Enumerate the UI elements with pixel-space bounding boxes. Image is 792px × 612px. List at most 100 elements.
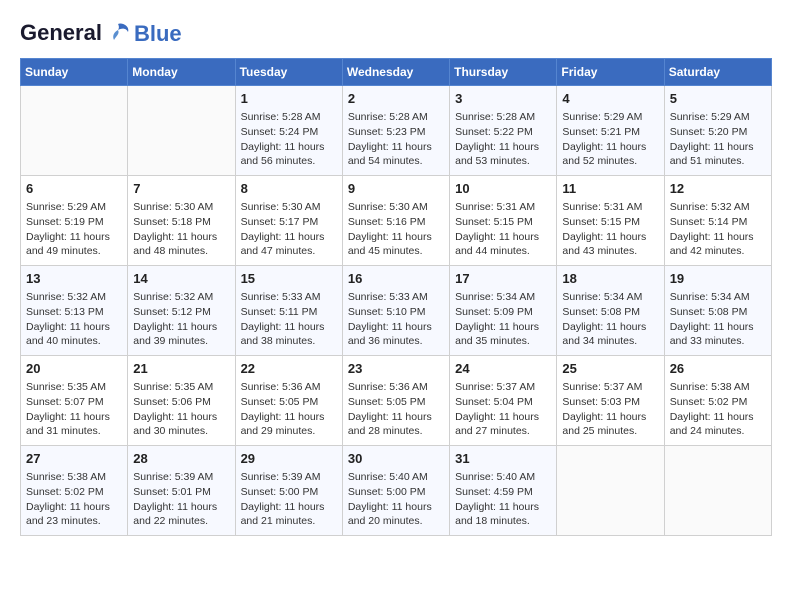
day-content-line: Daylight: 11 hours and 44 minutes.	[455, 230, 551, 259]
day-content-line: Sunrise: 5:30 AM	[241, 200, 337, 215]
day-content-line: Sunrise: 5:29 AM	[562, 110, 658, 125]
day-number: 21	[133, 360, 229, 378]
day-number: 3	[455, 90, 551, 108]
logo-text: General	[20, 20, 132, 48]
day-content-line: Sunset: 5:08 PM	[562, 305, 658, 320]
day-content-line: Daylight: 11 hours and 18 minutes.	[455, 500, 551, 529]
logo: General Blue	[20, 20, 182, 48]
day-content-line: Sunrise: 5:28 AM	[348, 110, 444, 125]
day-content-line: Sunrise: 5:31 AM	[562, 200, 658, 215]
weekday-header-tuesday: Tuesday	[235, 59, 342, 86]
calendar-cell: 6Sunrise: 5:29 AMSunset: 5:19 PMDaylight…	[21, 176, 128, 266]
calendar-table: SundayMondayTuesdayWednesdayThursdayFrid…	[20, 58, 772, 536]
day-content-line: Daylight: 11 hours and 45 minutes.	[348, 230, 444, 259]
day-content-line: Daylight: 11 hours and 48 minutes.	[133, 230, 229, 259]
day-content-line: Sunset: 5:15 PM	[455, 215, 551, 230]
day-number: 15	[241, 270, 337, 288]
day-content-line: Sunset: 5:17 PM	[241, 215, 337, 230]
day-content-line: Sunrise: 5:32 AM	[670, 200, 766, 215]
day-number: 23	[348, 360, 444, 378]
day-content-line: Sunset: 5:00 PM	[348, 485, 444, 500]
day-content-line: Daylight: 11 hours and 33 minutes.	[670, 320, 766, 349]
day-content-line: Sunrise: 5:38 AM	[670, 380, 766, 395]
week-row-1: 1Sunrise: 5:28 AMSunset: 5:24 PMDaylight…	[21, 86, 772, 176]
calendar-cell	[664, 446, 771, 536]
day-content-line: Daylight: 11 hours and 56 minutes.	[241, 140, 337, 169]
day-content-line: Sunset: 5:05 PM	[348, 395, 444, 410]
calendar-cell: 30Sunrise: 5:40 AMSunset: 5:00 PMDayligh…	[342, 446, 449, 536]
calendar-cell: 22Sunrise: 5:36 AMSunset: 5:05 PMDayligh…	[235, 356, 342, 446]
day-content-line: Daylight: 11 hours and 47 minutes.	[241, 230, 337, 259]
calendar-cell: 12Sunrise: 5:32 AMSunset: 5:14 PMDayligh…	[664, 176, 771, 266]
day-content-line: Daylight: 11 hours and 28 minutes.	[348, 410, 444, 439]
day-content-line: Sunrise: 5:38 AM	[26, 470, 122, 485]
day-content-line: Daylight: 11 hours and 22 minutes.	[133, 500, 229, 529]
calendar-cell: 18Sunrise: 5:34 AMSunset: 5:08 PMDayligh…	[557, 266, 664, 356]
calendar-cell	[21, 86, 128, 176]
day-content-line: Sunrise: 5:40 AM	[348, 470, 444, 485]
day-content-line: Sunrise: 5:32 AM	[26, 290, 122, 305]
day-content-line: Sunrise: 5:28 AM	[455, 110, 551, 125]
day-content-line: Daylight: 11 hours and 40 minutes.	[26, 320, 122, 349]
page-container: General Blue SundayMondayTuesdayWednesda…	[20, 20, 772, 536]
week-row-2: 6Sunrise: 5:29 AMSunset: 5:19 PMDaylight…	[21, 176, 772, 266]
header: General Blue	[20, 20, 772, 48]
day-content-line: Sunrise: 5:40 AM	[455, 470, 551, 485]
day-content-line: Sunset: 5:03 PM	[562, 395, 658, 410]
logo-bird-icon	[104, 20, 132, 48]
day-content-line: Daylight: 11 hours and 51 minutes.	[670, 140, 766, 169]
day-content-line: Sunrise: 5:29 AM	[26, 200, 122, 215]
calendar-cell: 4Sunrise: 5:29 AMSunset: 5:21 PMDaylight…	[557, 86, 664, 176]
day-content-line: Daylight: 11 hours and 30 minutes.	[133, 410, 229, 439]
day-content-line: Daylight: 11 hours and 42 minutes.	[670, 230, 766, 259]
day-content-line: Sunset: 5:10 PM	[348, 305, 444, 320]
day-content-line: Sunset: 5:19 PM	[26, 215, 122, 230]
day-content-line: Sunset: 5:23 PM	[348, 125, 444, 140]
day-content-line: Sunrise: 5:39 AM	[133, 470, 229, 485]
day-content-line: Daylight: 11 hours and 54 minutes.	[348, 140, 444, 169]
weekday-header-saturday: Saturday	[664, 59, 771, 86]
day-content-line: Sunrise: 5:35 AM	[26, 380, 122, 395]
day-number: 27	[26, 450, 122, 468]
day-content-line: Sunset: 5:00 PM	[241, 485, 337, 500]
day-content-line: Daylight: 11 hours and 24 minutes.	[670, 410, 766, 439]
day-content-line: Sunset: 5:02 PM	[670, 395, 766, 410]
day-number: 31	[455, 450, 551, 468]
day-number: 30	[348, 450, 444, 468]
calendar-cell	[557, 446, 664, 536]
day-content-line: Daylight: 11 hours and 39 minutes.	[133, 320, 229, 349]
day-content-line: Daylight: 11 hours and 49 minutes.	[26, 230, 122, 259]
calendar-cell: 5Sunrise: 5:29 AMSunset: 5:20 PMDaylight…	[664, 86, 771, 176]
day-content-line: Daylight: 11 hours and 25 minutes.	[562, 410, 658, 439]
day-content-line: Sunrise: 5:28 AM	[241, 110, 337, 125]
day-content-line: Sunset: 5:16 PM	[348, 215, 444, 230]
day-content-line: Sunset: 5:12 PM	[133, 305, 229, 320]
calendar-cell: 15Sunrise: 5:33 AMSunset: 5:11 PMDayligh…	[235, 266, 342, 356]
calendar-cell: 26 Sunrise: 5:38 AMSunset: 5:02 PMDayligh…	[664, 356, 771, 446]
day-content-line: Sunrise: 5:36 AM	[241, 380, 337, 395]
day-number: 7	[133, 180, 229, 198]
day-content-line: Daylight: 11 hours and 23 minutes.	[26, 500, 122, 529]
day-number: 12	[670, 180, 766, 198]
calendar-cell	[128, 86, 235, 176]
day-content-line: Sunset: 4:59 PM	[455, 485, 551, 500]
calendar-cell: 31 Sunrise: 5:40 AMSunset: 4:59 PMDayligh…	[450, 446, 557, 536]
day-content-line: Daylight: 11 hours and 38 minutes.	[241, 320, 337, 349]
day-content-line: Sunrise: 5:37 AM	[562, 380, 658, 395]
weekday-header-thursday: Thursday	[450, 59, 557, 86]
calendar-cell: 19Sunrise: 5:34 AMSunset: 5:08 PMDayligh…	[664, 266, 771, 356]
day-number: 10	[455, 180, 551, 198]
week-row-4: 20Sunrise: 5:35 AMSunset: 5:07 PMDayligh…	[21, 356, 772, 446]
day-content-line: Daylight: 11 hours and 29 minutes.	[241, 410, 337, 439]
day-content-line: Daylight: 11 hours and 43 minutes.	[562, 230, 658, 259]
calendar-cell: 20Sunrise: 5:35 AMSunset: 5:07 PMDayligh…	[21, 356, 128, 446]
day-content-line: Sunrise: 5:30 AM	[348, 200, 444, 215]
day-content-line: Sunrise: 5:36 AM	[348, 380, 444, 395]
calendar-cell: 27Sunrise: 5:38 AMSunset: 5:02 PMDayligh…	[21, 446, 128, 536]
calendar-cell: 16Sunrise: 5:33 AMSunset: 5:10 PMDayligh…	[342, 266, 449, 356]
day-content-line: Sunset: 5:06 PM	[133, 395, 229, 410]
day-number: 2	[348, 90, 444, 108]
day-content-line: Sunset: 5:15 PM	[562, 215, 658, 230]
day-number: 26	[670, 360, 766, 378]
day-content-line: Sunset: 5:21 PM	[562, 125, 658, 140]
